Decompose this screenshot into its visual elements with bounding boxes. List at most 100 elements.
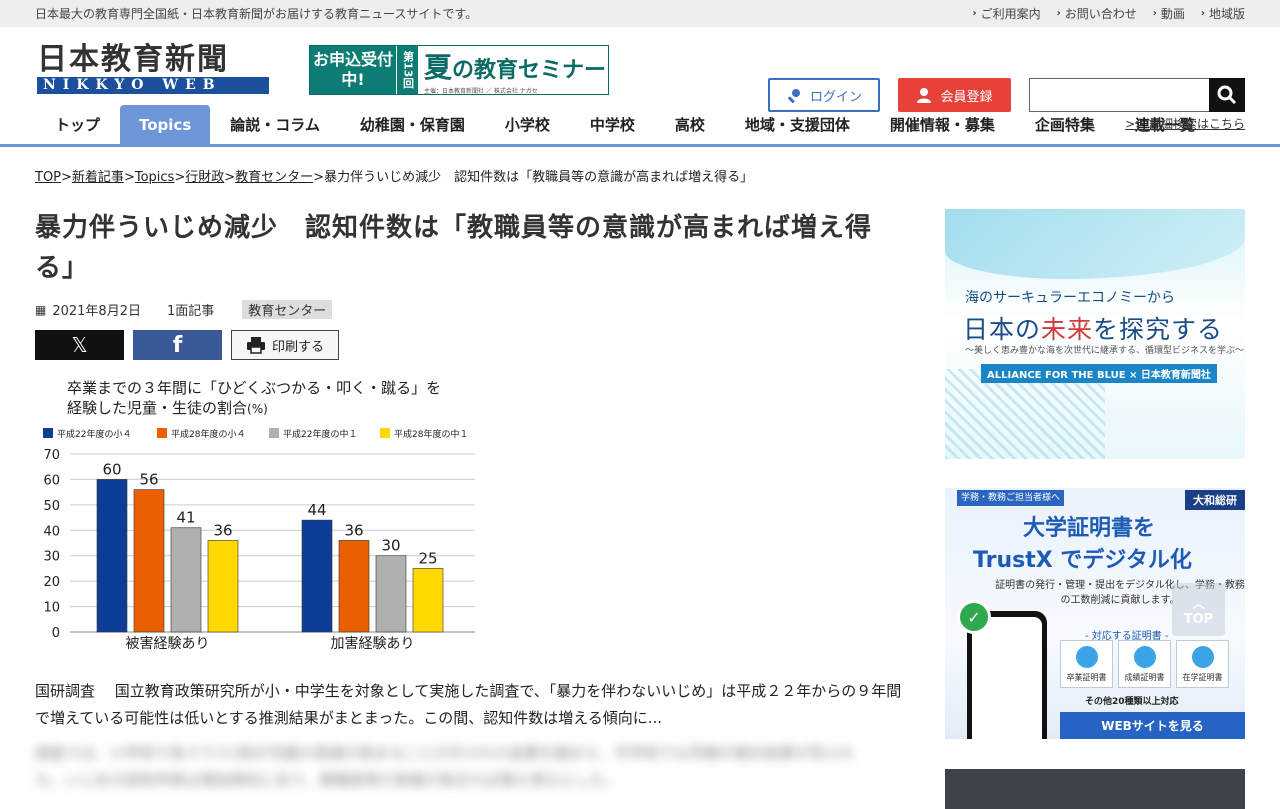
banner-title: 夏の教育セミナー [424,50,607,84]
share-x-button[interactable]: 𝕏 [35,330,124,360]
legend-label-2: 平成22年度の中１ [283,428,357,440]
legend-swatch-3 [380,428,390,438]
chevron-up-icon: ︿ [1191,596,1205,612]
article-lead: 国研調査 国立教育政策研究所が小・中学生を対象として実施した調査で、「暴力を伴わ… [35,682,902,727]
ad2-etc: その他20種類以上対応 [1085,697,1179,707]
x-category-label: 被害経験あり [126,636,210,652]
bar-value-label: 41 [176,509,195,527]
article-tag[interactable]: 教育センター [242,300,333,319]
cert-enrollment: 在学証明書 [1176,640,1229,688]
ad-video-thumbnail[interactable] [945,769,1245,809]
seminar-banner[interactable]: お申込受付中! 第13回 夏の教育セミナー 主催：日本教育新聞社 ／ 株式会社 … [309,45,609,95]
ad2-cert-list: 卒業証明書 成績証明書 在学証明書 [1060,640,1229,688]
certificate-icon [1075,646,1098,668]
article-date: 2021年8月2日 [52,304,141,319]
legend-label-1: 平成28年度の小４ [171,428,245,440]
legend-swatch-1 [157,428,167,438]
cert-grades: 成績証明書 [1118,640,1171,688]
chevron-right-icon: › [1152,8,1157,19]
bar-value-label: 36 [344,521,363,539]
chevron-right-icon: › [1200,8,1205,19]
legend-swatch-2 [269,428,279,438]
y-tick-label: 40 [43,524,60,539]
bar-value-label: 36 [213,521,232,539]
x-category-label: 加害経験あり [331,636,415,652]
user-icon [917,88,932,103]
y-tick-label: 70 [43,448,60,463]
cert-graduation: 卒業証明書 [1060,640,1113,688]
ad1-sponsor: ALLIANCE FOR THE BLUE × 日本教育新聞社 [981,364,1217,383]
article-page: 1面記事 [166,304,215,319]
breadcrumb-admin[interactable]: 行財政 [185,170,224,185]
medal-icon [1133,646,1156,668]
share-facebook-button[interactable]: f [133,330,222,360]
bar-chart: 卒業までの３年間に「ひどくぶつかる・叩く・蹴る」を経験した児童・生徒の割合(%)… [43,379,475,652]
breadcrumb-topics[interactable]: Topics [135,170,174,185]
key-icon [787,89,800,103]
bar-0-1 [133,489,165,633]
search-button[interactable] [1209,78,1245,112]
top-bar: 日本最大の教育専門全国紙・日本教育新聞がお届けする教育ニュースサイトです。 › ご… [0,0,1280,27]
print-button[interactable]: 印刷する [231,330,339,360]
banner-title-block: 夏の教育セミナー 主催：日本教育新聞社 ／ 株式会社 ナガセ [418,46,608,95]
bar-value-label: 44 [307,501,326,519]
legend-swatch-0 [43,428,53,438]
id-card-icon [1191,646,1214,668]
nav-kindergarten[interactable]: 幼稚園・保育園 [340,105,485,144]
article-meta: ▦ 2021年8月2日 1面記事 教育センター [35,300,910,319]
advanced-search-link[interactable]: >> 詳細検索はこちら [1125,115,1245,132]
utility-link-regional[interactable]: › 地域版 [1201,5,1245,22]
chart-title-line2: 経験した児童・生徒の割合(%) [67,399,268,417]
y-tick-label: 10 [43,601,60,616]
article-body-blurred: 調査では、小学校で各クラス1割が児童の意識が高まることが示された結果を踏まえ、中… [35,744,855,789]
ad1-line1: 海のサーキュラーエコノミーから [965,290,1175,306]
register-button[interactable]: 会員登録 [898,78,1011,112]
bar-0-0 [96,479,128,633]
ad1-headline: 日本の未来を探究する [963,315,1224,344]
banner-apply-text: お申込受付中! [310,46,396,94]
nav-high-school[interactable]: 高校 [655,105,725,144]
breadcrumb-top[interactable]: TOP [35,170,61,185]
x-icon: 𝕏 [71,333,88,357]
bar-0-2 [170,527,202,633]
back-to-top-button[interactable]: ︿ TOP [1172,583,1225,636]
chart-title-line1: 卒業までの３年間に「ひどくぶつかる・叩く・蹴る」を [67,379,441,397]
search-icon [1217,85,1237,105]
site-logo[interactable]: 日本教育新聞 NIKKYO WEB [37,45,269,94]
nav-elementary[interactable]: 小学校 [485,105,570,144]
login-button[interactable]: ログイン [768,78,880,112]
breadcrumb-center[interactable]: 教育センター [235,170,313,185]
utility-link-video[interactable]: › 動画 [1153,5,1185,22]
bar-value-label: 56 [139,471,158,489]
facebook-icon: f [172,332,183,358]
nav-top[interactable]: トップ [35,105,120,144]
breadcrumb: TOP>新着記事>Topics>行財政>教育センター>暴力伴ういじめ減少 認知件… [35,170,754,185]
logo-subtitle: NIKKYO WEB [37,77,269,94]
ad2-cta-button[interactable]: WEBサイトを見る [1060,712,1245,739]
banner-edition: 第13回 [396,46,418,94]
nav-topics[interactable]: Topics [120,105,211,144]
ad1-subline: 〜美しく恵み豊かな海を次世代に継承する、循環型ビジネスを学ぶ〜 [965,346,1245,356]
site-tagline: 日本最大の教育専門全国紙・日本教育新聞がお届けする教育ニュースサイトです。 [35,7,478,21]
nav-junior-high[interactable]: 中学校 [570,105,655,144]
bar-value-label: 25 [418,549,437,567]
search-input[interactable] [1029,78,1209,112]
utility-link-contact[interactable]: › お問い合わせ [1057,5,1137,22]
utility-link-guide[interactable]: › ご利用案内 [972,5,1040,22]
check-shield-icon: ✓ [957,600,991,634]
breadcrumb-current: 暴力伴ういじめ減少 認知件数は「教職員等の意識が高まれば増え得る」 [324,170,754,185]
bar-0-3 [207,540,239,633]
bar-value-label: 30 [381,537,400,555]
breadcrumb-new[interactable]: 新着記事 [72,170,124,185]
article: 暴力伴ういじめ減少 認知件数は「教職員等の意識が高まれば増え得る」 ▦ 2021… [35,208,910,789]
ad-ocean-economy[interactable]: 海のサーキュラーエコノミーから 日本の未来を探究する 〜美しく恵み豊かな海を次世… [945,209,1245,459]
y-tick-label: 30 [43,550,60,565]
nav-editorial[interactable]: 論説・コラム [210,105,340,144]
chevron-right-icon: › [972,8,977,19]
y-tick-label: 0 [52,626,60,641]
banner-organizer: 主催：日本教育新聞社 ／ 株式会社 ナガセ [424,87,538,95]
bar-1-1 [338,540,370,633]
legend-label-3: 平成28年度の中１ [394,428,468,440]
ad2-target-tag: 学務・教務ご担当者様へ [957,490,1065,506]
utility-links: › ご利用案内 › お問い合わせ › 動画 › 地域版 [972,5,1245,22]
